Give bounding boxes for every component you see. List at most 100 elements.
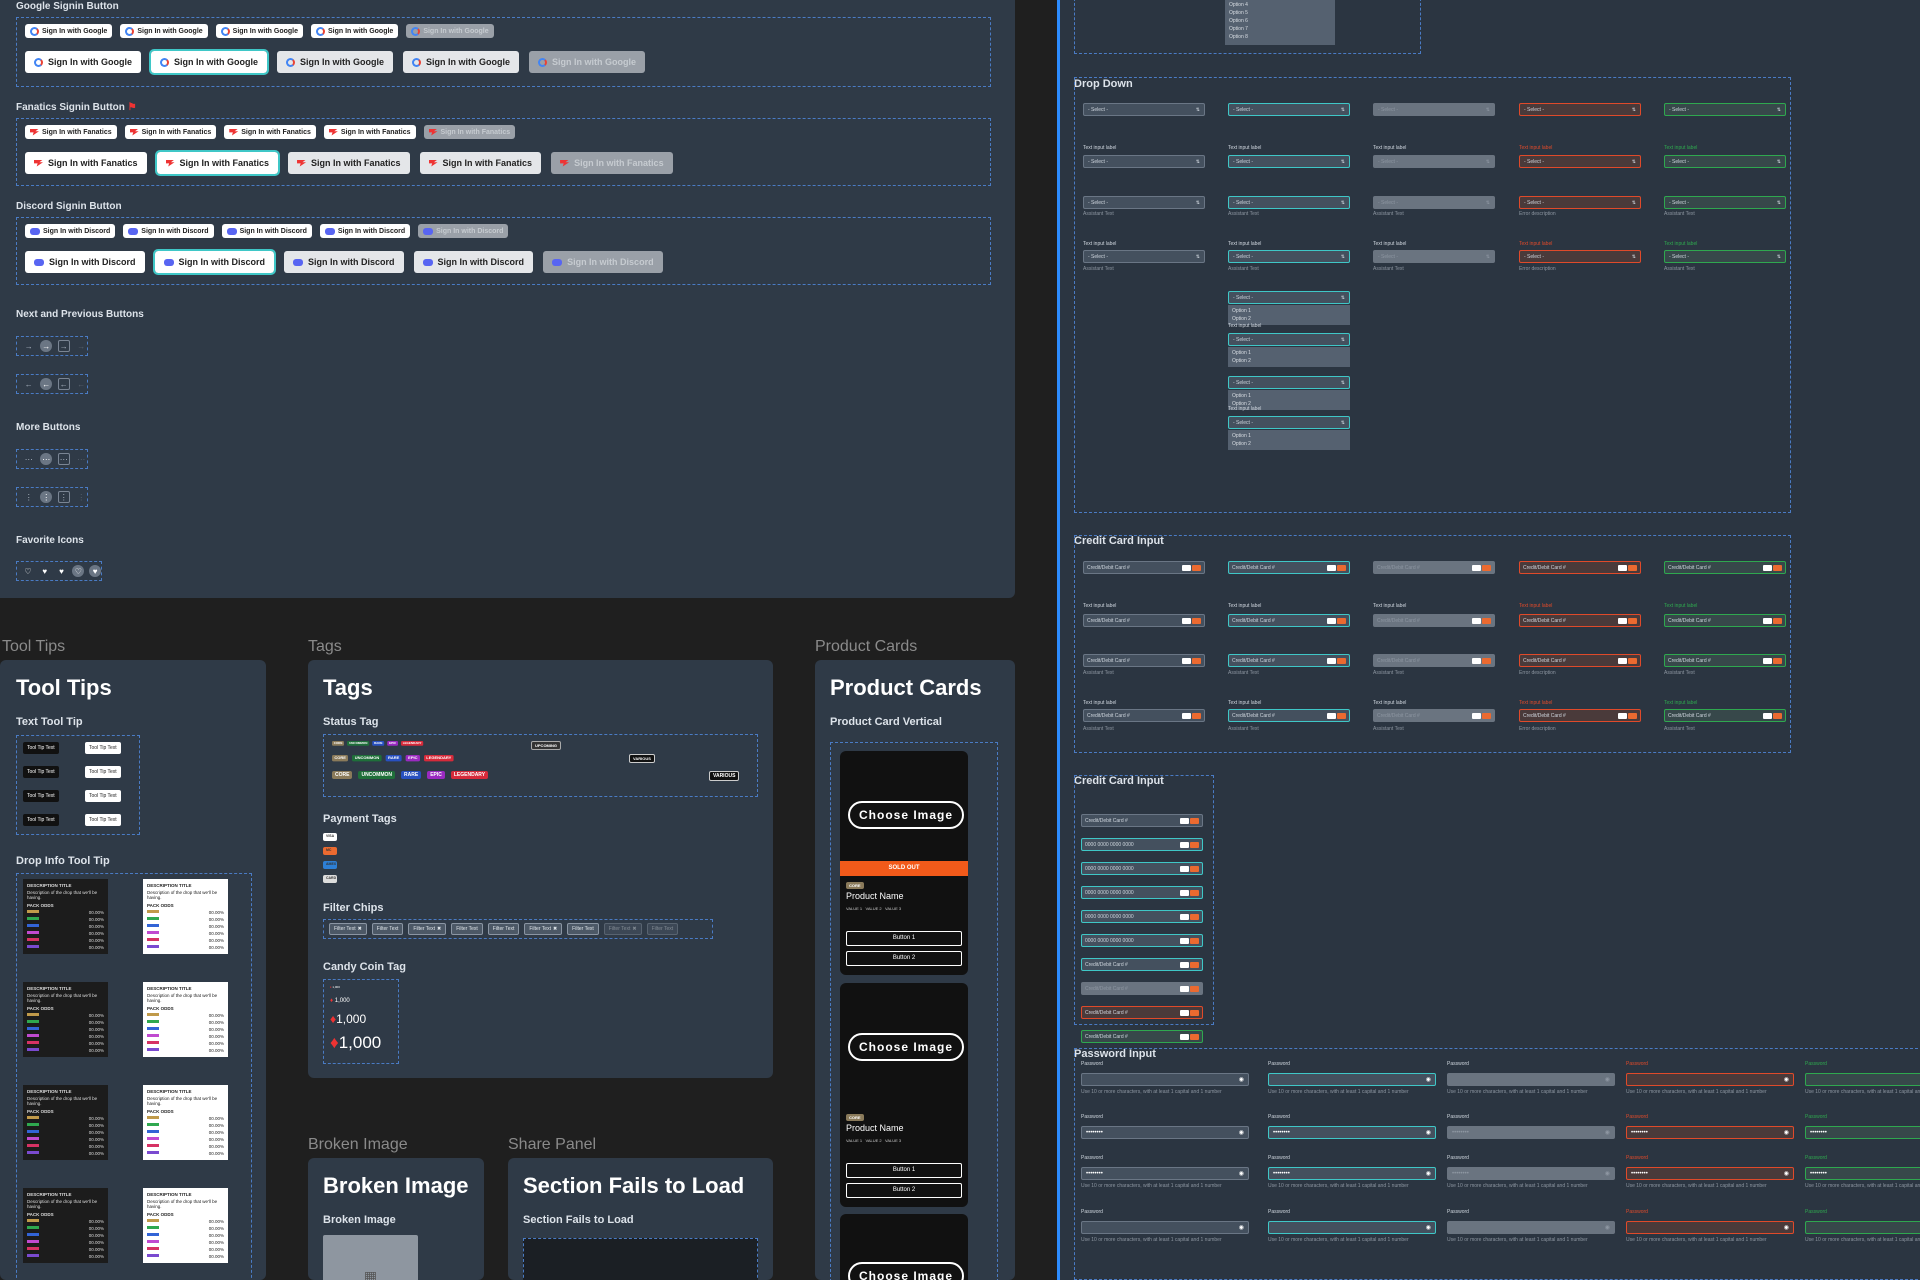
close-icon[interactable]: ✖ [437,926,441,932]
google-signin-button[interactable]: Sign In with Google [277,51,393,73]
arrow-right-icon[interactable]: → [23,340,34,352]
heart-filled-bg-icon[interactable]: ♥ [89,565,101,577]
credit-card-input[interactable]: Credit/Debit Card # [1664,709,1786,722]
more-vertical-icon[interactable]: ⋮ [23,491,34,503]
google-signin-button-small[interactable]: Sign In with Google [215,24,303,38]
credit-card-input[interactable]: Credit/Debit Card # [1228,614,1350,627]
product-button-1[interactable]: Button 1 [846,931,962,946]
more-horizontal-square-icon[interactable]: ⋯ [57,453,70,465]
heart-outline-filled-bg-icon[interactable]: ♡ [72,565,85,577]
filter-chip[interactable]: Filter Text [371,923,404,935]
password-field[interactable]: ••••••••◉ [1268,1167,1436,1180]
google-signin-button-small[interactable]: Sign In with Google [120,24,208,38]
product-button-2[interactable]: Button 2 [846,1183,962,1198]
eye-icon[interactable]: ◉ [1605,1076,1610,1083]
dropdown-option[interactable]: Option 2 [1232,440,1346,448]
dropdown-select[interactable]: - Select - ⇅ [1228,103,1350,116]
password-field[interactable]: ••••••••◉ [1805,1167,1920,1180]
eye-icon[interactable]: ◉ [1784,1129,1789,1136]
eye-icon[interactable]: ◉ [1784,1076,1789,1083]
google-signin-button-small[interactable]: Sign In with Google [310,24,399,38]
credit-card-input[interactable]: Credit/Debit Card # [1664,561,1786,574]
more-vertical-square-icon[interactable]: ⋮ [57,491,70,503]
eye-icon[interactable]: ◉ [1239,1170,1244,1177]
password-field[interactable]: ••••••••◉ [1081,1167,1249,1180]
more-horizontal-icon[interactable]: ⋯ [23,453,34,465]
fanatics-signin-button-small[interactable]: Sign In with Fanatics [25,125,117,139]
fanatics-signin-button[interactable]: Sign In with Fanatics [154,150,281,176]
credit-card-input[interactable]: 0000 0000 0000 0000 [1081,838,1203,851]
heart-filled-icon[interactable]: ♥ [39,565,51,577]
credit-card-input[interactable]: Credit/Debit Card # [1083,614,1205,627]
password-field[interactable]: ••••••••◉ [1626,1167,1794,1180]
more-vertical-filled-icon[interactable]: ⋮ [40,491,52,503]
credit-card-input[interactable]: 0000 0000 0000 0000 [1081,862,1203,875]
eye-icon[interactable]: ◉ [1426,1170,1431,1177]
credit-card-input[interactable]: Credit/Debit Card # [1081,1006,1203,1019]
credit-card-input[interactable]: Credit/Debit Card # [1081,1030,1203,1043]
google-signin-button[interactable]: Sign In with Google [25,51,141,73]
discord-signin-button[interactable]: Sign In with Discord [413,251,534,273]
dropdown-select[interactable]: - Select - ⇅ [1664,155,1786,168]
dropdown-option[interactable]: Option 1 [1232,392,1346,400]
close-icon[interactable]: ✖ [632,926,636,932]
google-signin-button-small[interactable]: Sign In with Google [25,24,113,38]
eye-icon[interactable]: ◉ [1426,1076,1431,1083]
eye-icon[interactable]: ◉ [1784,1170,1789,1177]
product-card[interactable]: Choose Image [840,1214,968,1280]
dropdown-select[interactable]: - Select - ⇅ [1519,155,1641,168]
credit-card-input[interactable]: Credit/Debit Card # [1519,614,1641,627]
product-card[interactable]: Choose Image SOLD OUT CORE Product Name VALU… [840,751,968,975]
credit-card-input[interactable]: Credit/Debit Card # [1664,654,1786,667]
eye-icon[interactable]: ◉ [1605,1170,1610,1177]
fanatics-signin-button[interactable]: Sign In with Fanatics [419,152,542,174]
fanatics-signin-button-small[interactable]: Sign In with Fanatics [323,125,416,139]
credit-card-input[interactable]: Credit/Debit Card # [1228,709,1350,722]
discord-signin-button[interactable]: Sign In with Discord [152,249,277,275]
password-field[interactable]: ◉ [1626,1221,1794,1234]
dropdown-select[interactable]: - Select - ⇅ [1228,376,1350,389]
dropdown-option[interactable]: Option 7 [1229,25,1331,33]
google-signin-button[interactable]: Sign In with Google [149,49,269,75]
dropdown-select[interactable]: - Select - ⇅ [1519,250,1641,263]
credit-card-input[interactable]: Credit/Debit Card # [1081,814,1203,827]
filter-chip[interactable]: Filter Text ✖ [329,923,367,935]
dropdown-select[interactable]: - Select - ⇅ [1664,196,1786,209]
fanatics-signin-button-small[interactable]: Sign In with Fanatics [124,125,217,139]
dropdown-option[interactable]: Option 1 [1232,307,1346,315]
password-field[interactable]: ◉ [1081,1221,1249,1234]
close-icon[interactable]: ✖ [553,926,557,932]
product-button-2[interactable]: Button 2 [846,951,962,966]
dropdown-option[interactable]: Option 4 [1229,1,1331,9]
arrow-right-filled-icon[interactable]: → [40,340,52,352]
eye-icon[interactable]: ◉ [1239,1129,1244,1136]
eye-icon[interactable]: ◉ [1605,1129,1610,1136]
dropdown-select[interactable]: - Select - ⇅ [1519,103,1641,116]
discord-signin-button-small[interactable]: Sign In with Discord [221,224,312,238]
dropdown-select[interactable]: - Select - ⇅ [1664,250,1786,263]
product-card[interactable]: Choose Image CORE Product Name VALUE 1 VALU… [840,983,968,1207]
filter-chip[interactable]: Filter Text ✖ [408,923,447,935]
dropdown-select[interactable]: - Select - ⇅ [1228,250,1350,263]
credit-card-input[interactable]: Credit/Debit Card # [1228,561,1350,574]
credit-card-input[interactable]: 0000 0000 0000 0000 [1081,934,1203,947]
choose-image-button[interactable]: Choose Image [848,801,965,829]
credit-card-input[interactable]: 0000 0000 0000 0000 [1081,910,1203,923]
dropdown-option[interactable]: Option 6 [1229,17,1331,25]
password-field[interactable]: ◉ [1805,1221,1920,1234]
credit-card-input[interactable]: Credit/Debit Card # [1083,654,1205,667]
discord-signin-button-small[interactable]: Sign In with Discord [25,224,116,238]
arrow-left-icon[interactable]: ← [23,378,34,390]
fanatics-signin-button[interactable]: Sign In with Fanatics [25,152,147,174]
choose-image-button[interactable]: Choose Image [848,1033,965,1061]
heart-outline-icon[interactable]: ♡ [22,565,34,577]
dropdown-option[interactable]: Option 1 [1232,432,1346,440]
eye-icon[interactable]: ◉ [1426,1224,1431,1231]
discord-signin-button[interactable]: Sign In with Discord [25,251,145,273]
fanatics-signin-button[interactable]: Sign In with Fanatics [288,152,410,174]
filter-chip[interactable]: Filter Text ✖ [524,923,563,935]
arrow-left-square-icon[interactable]: ← [57,378,70,390]
credit-card-input[interactable]: Credit/Debit Card # [1664,614,1786,627]
credit-card-input[interactable]: Credit/Debit Card # [1083,709,1205,722]
close-icon[interactable]: ✖ [358,926,362,932]
